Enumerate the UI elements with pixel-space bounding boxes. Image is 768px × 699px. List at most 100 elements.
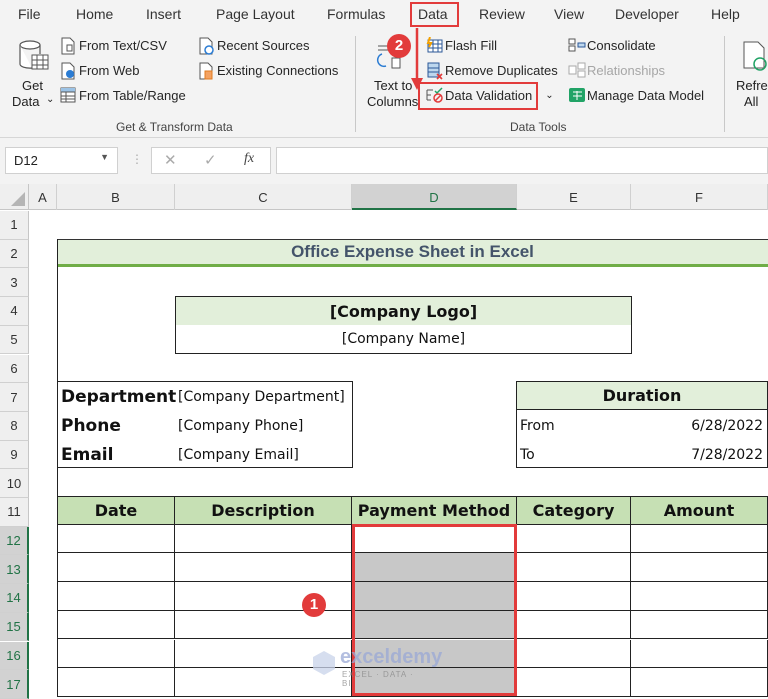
table-cell[interactable] [517, 668, 631, 697]
table-cell[interactable] [175, 553, 352, 583]
table-cell[interactable] [517, 524, 631, 554]
column-header-d[interactable]: D [352, 184, 517, 210]
table-cell[interactable] [631, 582, 768, 611]
row-header-5[interactable]: 5 [0, 325, 29, 355]
manage-data-model-label: Manage Data Model [587, 87, 705, 103]
get-data-label: Get [22, 78, 43, 93]
table-cell[interactable] [631, 610, 768, 640]
company-box: [Company Logo] [Company Name] [175, 296, 632, 354]
row-header-14[interactable]: 14 [0, 584, 29, 613]
table-icon [60, 87, 76, 103]
table-cell[interactable] [631, 553, 768, 583]
recent-sources-label: Recent Sources [217, 37, 310, 53]
row-header-17[interactable]: 17 [0, 670, 29, 699]
row-header-2[interactable]: 2 [0, 239, 29, 269]
table-cell[interactable] [517, 582, 631, 611]
row-header-6[interactable]: 6 [0, 354, 29, 384]
web-file-icon [60, 62, 76, 80]
drag-handle-icon[interactable]: ⋮ [131, 152, 143, 166]
phone-value: [Company Phone] [178, 417, 304, 434]
watermark-tagline: EXCEL · DATA · BI [342, 670, 414, 688]
worksheet-grid[interactable]: Office Expense Sheet in Excel [Company L… [29, 211, 768, 697]
table-cell[interactable] [57, 582, 175, 611]
row-header-11[interactable]: 11 [0, 498, 29, 527]
formula-input[interactable] [276, 147, 768, 174]
column-header-e[interactable]: E [517, 184, 631, 210]
table-header-description: Description [175, 496, 352, 525]
tab-view[interactable]: View [554, 6, 584, 22]
recent-sources-button[interactable]: Recent Sources [198, 37, 310, 55]
column-header-b[interactable]: B [57, 184, 175, 210]
group-label-data-tools: Data Tools [510, 120, 567, 134]
column-header-c[interactable]: C [175, 184, 352, 210]
name-box-dropdown-icon[interactable]: ▼ [100, 152, 109, 162]
table-cell[interactable] [631, 668, 768, 697]
row-header-9[interactable]: 9 [0, 440, 29, 470]
existing-connections-button[interactable]: Existing Connections [198, 62, 338, 80]
ribbon: Get Data ⌄ From Text/CSV From Web From T… [0, 30, 768, 138]
from-table-range-button[interactable]: From Table/Range [60, 87, 186, 103]
table-cell[interactable] [57, 639, 175, 669]
refresh-all-button[interactable]: Refresh All [732, 38, 768, 112]
row-header-13[interactable]: 13 [0, 555, 29, 585]
watermark-brand: exceldemy [340, 646, 443, 668]
name-box[interactable]: D12 ▼ [5, 147, 118, 174]
tab-review[interactable]: Review [479, 6, 525, 22]
duration-header: Duration [517, 382, 767, 410]
tab-insert[interactable]: Insert [146, 6, 181, 22]
row-header-3[interactable]: 3 [0, 268, 29, 298]
tab-page-layout[interactable]: Page Layout [216, 6, 295, 22]
table-cell[interactable] [57, 553, 175, 583]
formula-buttons: ✕ ✓ fx [151, 147, 271, 174]
column-header-a[interactable]: A [29, 184, 57, 210]
enter-icon[interactable]: ✓ [204, 151, 217, 169]
table-cell[interactable] [517, 639, 631, 669]
email-label: Email [61, 444, 114, 465]
get-data-button[interactable]: Get Data ⌄ [8, 38, 54, 112]
table-header-payment-method: Payment Method [352, 496, 517, 525]
tab-developer[interactable]: Developer [615, 6, 679, 22]
table-cell[interactable] [57, 610, 175, 640]
table-cell[interactable] [517, 553, 631, 583]
select-all-button[interactable] [0, 184, 29, 210]
chevron-down-icon[interactable]: ⌄ [545, 90, 553, 101]
recent-sources-icon [198, 37, 214, 55]
consolidate-button[interactable]: Consolidate [568, 37, 656, 53]
manage-data-model-button[interactable]: Manage Data Model [568, 87, 704, 103]
row-header-15[interactable]: 15 [0, 612, 29, 642]
row-header-4[interactable]: 4 [0, 297, 29, 326]
from-text-csv-button[interactable]: From Text/CSV [60, 37, 167, 55]
row-header-7[interactable]: 7 [0, 383, 29, 412]
from-web-button[interactable]: From Web [60, 62, 140, 80]
remove-duplicates-button[interactable]: Remove Duplicates [426, 62, 558, 80]
row-header-8[interactable]: 8 [0, 411, 29, 441]
row-header-10[interactable]: 10 [0, 469, 29, 498]
relationships-label: Relationships [587, 62, 666, 78]
column-header-f[interactable]: F [631, 184, 768, 210]
tab-help[interactable]: Help [711, 6, 740, 22]
table-cell[interactable] [631, 524, 768, 554]
table-cell[interactable] [631, 639, 768, 669]
table-cell[interactable] [517, 610, 631, 640]
table-cell[interactable] [57, 668, 175, 697]
table-cell[interactable] [57, 524, 175, 554]
consolidate-label: Consolidate [587, 37, 656, 53]
department-label: Department [61, 386, 177, 407]
menu-bar: File Home Insert Page Layout Formulas Da… [0, 0, 768, 30]
existing-connections-icon [198, 62, 214, 80]
row-header-16[interactable]: 16 [0, 641, 29, 671]
consolidate-icon [568, 37, 586, 53]
insert-function-icon[interactable]: fx [244, 151, 254, 167]
ribbon-separator [355, 36, 356, 132]
from-web-label: From Web [79, 62, 140, 78]
row-header-1[interactable]: 1 [0, 211, 29, 240]
table-header-category: Category [517, 496, 631, 525]
tab-home[interactable]: Home [76, 6, 113, 22]
tab-file[interactable]: File [18, 6, 41, 22]
relationships-button[interactable]: Relationships [568, 62, 665, 78]
cancel-icon[interactable]: ✕ [164, 151, 177, 169]
tab-formulas[interactable]: Formulas [327, 6, 385, 22]
row-header-12[interactable]: 12 [0, 526, 29, 556]
table-cell[interactable] [175, 610, 352, 640]
table-cell[interactable] [175, 524, 352, 554]
